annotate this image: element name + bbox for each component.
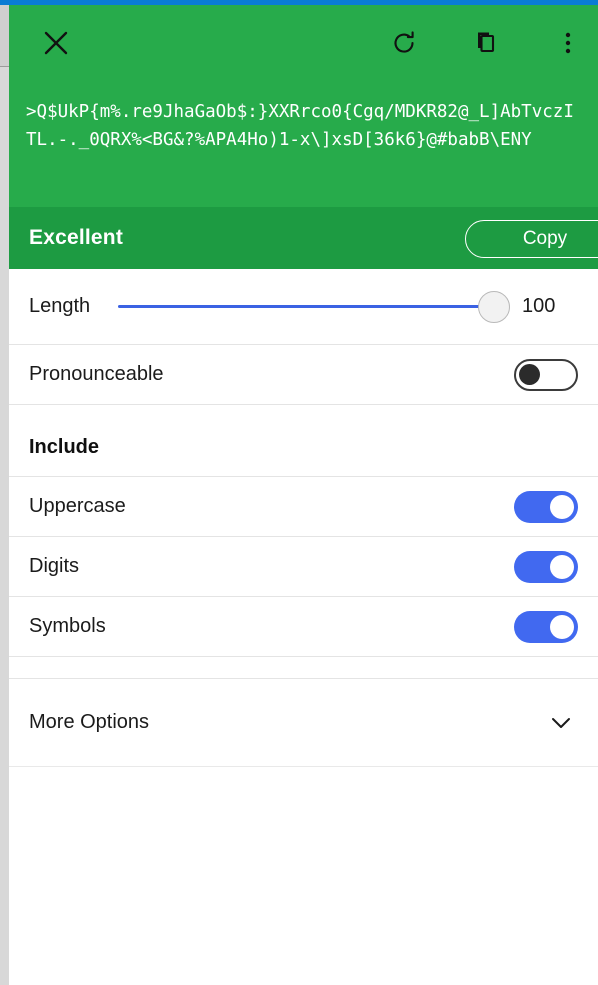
pronounceable-toggle-knob: [519, 363, 540, 385]
chevron-down-icon[interactable]: [544, 706, 578, 740]
left-scrollbar-thumb[interactable]: [0, 5, 9, 67]
length-slider-track[interactable]: [118, 305, 494, 308]
overflow-menu-icon[interactable]: [548, 23, 588, 63]
strength-label: Excellent: [29, 226, 124, 249]
include-row-symbols[interactable]: Symbols: [9, 597, 598, 657]
generated-password-text[interactable]: >Q$UkP{m%.re9JhaGaOb$:}XXRrco0{Cgq/MDKR8…: [26, 98, 581, 154]
length-slider[interactable]: 100: [118, 287, 572, 327]
pronounceable-label: Pronounceable: [29, 363, 164, 385]
page-content: >Q$UkP{m%.re9JhaGaOb$:}XXRrco0{Cgq/MDKR8…: [9, 5, 598, 985]
include-section-heading: Include: [9, 405, 598, 477]
length-value: 100: [522, 295, 556, 317]
include-row-digits[interactable]: Digits: [9, 537, 598, 597]
uppercase-toggle-knob: [550, 494, 574, 519]
section-spacer: [9, 657, 598, 679]
symbols-toggle[interactable]: [514, 610, 578, 643]
app-window: >Q$UkP{m%.re9JhaGaOb$:}XXRrco0{Cgq/MDKR8…: [0, 0, 598, 985]
length-label: Length: [29, 295, 91, 317]
header-icon-bar: [9, 5, 598, 80]
digits-label: Digits: [29, 555, 80, 577]
symbols-toggle-knob: [550, 614, 574, 639]
content-filler: [9, 767, 598, 985]
include-row-uppercase[interactable]: Uppercase: [9, 477, 598, 537]
digits-toggle[interactable]: [514, 550, 578, 583]
refresh-icon[interactable]: [384, 23, 424, 63]
digits-toggle-knob: [550, 554, 574, 579]
pronounceable-row[interactable]: Pronounceable: [9, 345, 598, 405]
length-row: Length 100: [9, 269, 598, 345]
pronounceable-toggle[interactable]: [514, 358, 578, 391]
symbols-label: Symbols: [29, 615, 106, 637]
left-scrollbar[interactable]: [0, 5, 9, 985]
more-options-row[interactable]: More Options: [9, 679, 598, 767]
length-slider-thumb[interactable]: [478, 290, 510, 323]
copy-icon[interactable]: [465, 23, 505, 63]
uppercase-toggle[interactable]: [514, 490, 578, 523]
more-options-label: More Options: [29, 711, 150, 733]
strength-bar: Excellent Copy: [9, 207, 598, 269]
app-header: [9, 5, 598, 80]
close-icon[interactable]: [36, 23, 76, 63]
uppercase-label: Uppercase: [29, 495, 126, 517]
copy-button[interactable]: Copy: [465, 220, 598, 258]
generated-password-area[interactable]: >Q$UkP{m%.re9JhaGaOb$:}XXRrco0{Cgq/MDKR8…: [9, 80, 598, 207]
include-heading-label: Include: [29, 436, 100, 458]
